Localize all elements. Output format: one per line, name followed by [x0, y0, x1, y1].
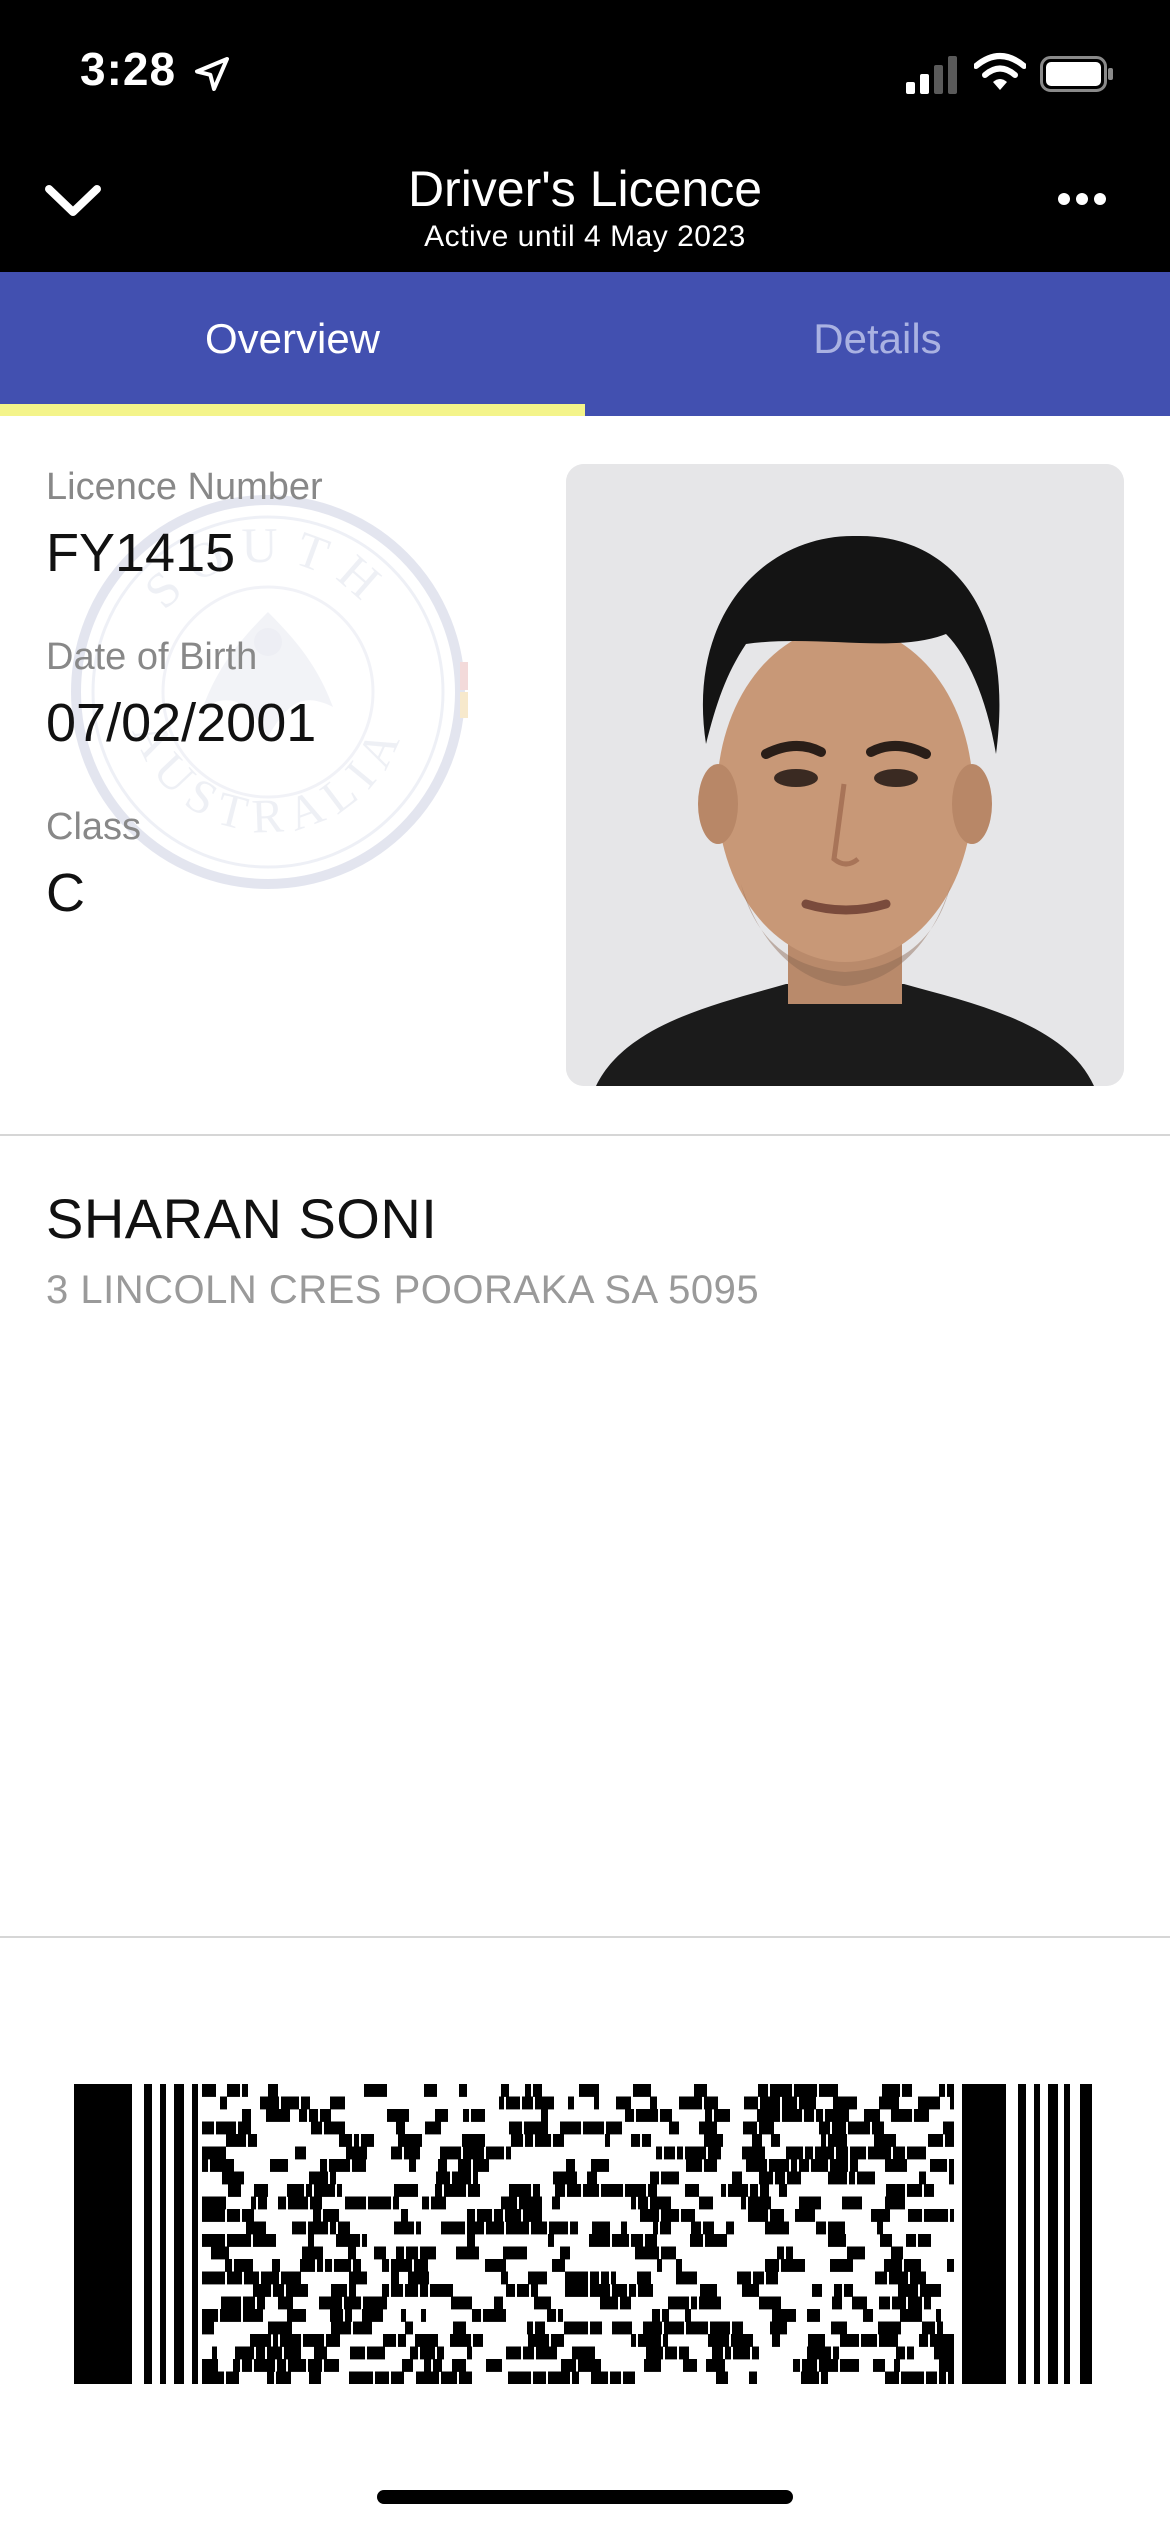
status-time: 3:28	[80, 43, 177, 95]
location-arrow-icon	[195, 57, 229, 91]
class-label: Class	[46, 806, 142, 848]
page-subtitle: Active until 4 May 2023	[424, 220, 746, 253]
class-value: C	[46, 863, 85, 923]
tab-details[interactable]: Details	[585, 272, 1170, 416]
tab-overview[interactable]: Overview	[0, 272, 585, 416]
licence-number-label: Licence Number	[46, 466, 323, 508]
dob-label: Date of Birth	[46, 636, 258, 678]
holder-address: 3 LINCOLN CRES POORAKA SA 5095	[46, 1268, 760, 1312]
top-bar: 3:28 Driver's Licence Active until 4 May…	[0, 0, 1170, 272]
section-divider	[0, 1134, 1170, 1136]
holder-name: SHARAN SONI	[46, 1187, 438, 1250]
dob-value: 07/02/2001	[46, 693, 317, 753]
cellular-signal-icon	[906, 56, 957, 94]
battery-icon	[1040, 56, 1113, 92]
wifi-icon	[974, 53, 1026, 90]
more-horizontal-icon[interactable]	[1058, 192, 1112, 216]
home-indicator	[377, 2490, 793, 2504]
licence-number-value: FY1415	[46, 523, 236, 583]
active-tab-indicator	[0, 404, 585, 416]
pdf417-barcode	[74, 2084, 1092, 2384]
licence-photo	[566, 464, 1124, 1086]
tab-bar: Overview Details	[0, 272, 1170, 416]
section-divider	[0, 1936, 1170, 1938]
page-title: Driver's Licence	[407, 161, 763, 217]
